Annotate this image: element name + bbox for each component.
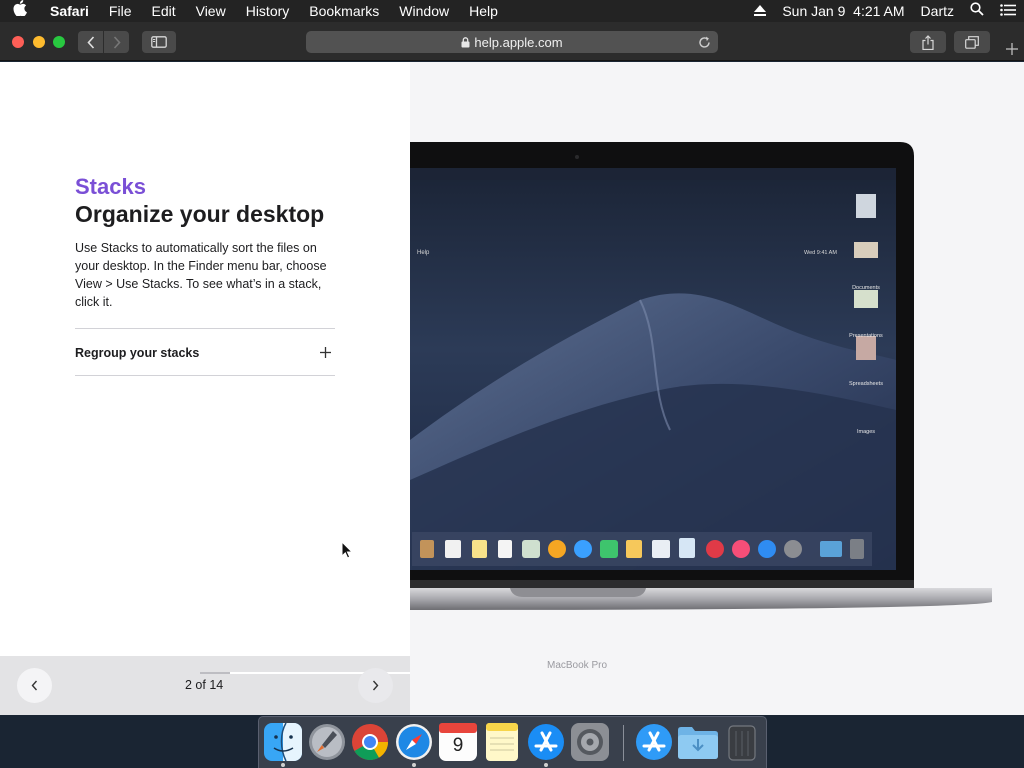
app-store-icon[interactable] [526,722,566,762]
system-preferences-icon[interactable] [570,722,610,762]
running-indicator [544,763,548,767]
menu-app-name[interactable]: Safari [40,0,99,22]
gallery-navigation: 2 of 14 [0,656,410,715]
fullscreen-window-button[interactable] [53,36,65,48]
back-button[interactable] [78,31,103,53]
accordion-regroup-stacks[interactable]: Regroup your stacks [75,329,335,376]
next-slide-button[interactable] [358,668,393,703]
dock: 9 [258,716,767,768]
menu-view[interactable]: View [186,0,236,22]
gallery-progress-fill [200,672,231,674]
device-label: MacBook Pro [547,660,608,671]
menu-history[interactable]: History [236,0,300,22]
spotlight-search-icon[interactable] [962,0,992,22]
address-bar[interactable]: help.apple.com [306,31,718,53]
page-title: Organize your desktop [75,201,325,227]
plus-icon[interactable] [315,343,335,363]
menu-file[interactable]: File [99,0,142,22]
stack-label-presentations: Presentations [849,333,883,339]
downloads-folder-icon[interactable] [678,722,718,762]
launchpad-icon[interactable] [307,722,347,762]
divider [75,375,335,376]
menu-bar: Safari File Edit View History Bookmarks … [0,0,1024,22]
share-button[interactable] [910,31,946,53]
chrome-icon[interactable] [350,722,390,762]
accordion-label: Regroup your stacks [75,345,200,360]
slide-counter: 2 of 14 [185,678,224,692]
safari-icon[interactable] [394,722,434,762]
app-store-download-icon[interactable] [634,722,674,762]
stack-label-spreadsheets: Spreadsheets [849,381,883,387]
macbook-illustration: Help Wed 9:41 AM Documents Presentations… [410,140,1010,671]
menu-window[interactable]: Window [389,0,459,22]
notes-icon[interactable] [482,722,522,762]
minimize-window-button[interactable] [33,36,45,48]
forward-button[interactable] [104,31,129,53]
browser-toolbar: help.apple.com [0,22,1024,61]
menu-user[interactable]: Dartz [913,0,962,22]
stack-label-images: Images [856,429,876,435]
lock-icon [461,36,470,48]
close-window-button[interactable] [12,36,24,48]
apple-menu-icon[interactable] [0,0,40,22]
article-pane: Stacks Organize your desktop Use Stacks … [0,62,410,656]
mini-menu-clock: Wed 9:41 AM [804,250,837,256]
menu-bookmarks[interactable]: Bookmarks [299,0,389,22]
show-tabs-button[interactable] [954,31,990,53]
notification-center-icon[interactable] [992,0,1024,22]
finder-icon[interactable] [263,722,303,762]
previous-slide-button[interactable] [17,668,52,703]
calendar-day: 9 [452,735,464,756]
mouse-cursor-icon [341,540,354,564]
web-content: Help Wed 9:41 AM Documents Presentations… [0,62,1024,715]
sidebar-toggle-button[interactable] [142,31,176,53]
running-indicator [412,763,416,767]
mini-menu-app: Help [417,250,430,256]
running-indicator [281,763,285,767]
url-text: help.apple.com [474,34,563,50]
trash-icon[interactable] [722,722,762,762]
eject-icon[interactable] [746,0,774,22]
section-kicker: Stacks [75,174,146,199]
dock-separator [623,725,624,761]
reload-icon[interactable] [696,34,712,50]
new-tab-button[interactable] [1000,37,1024,61]
menu-clock[interactable]: Sun Jan 9 4:21 AM [774,0,912,22]
menu-edit[interactable]: Edit [141,0,185,22]
menu-help[interactable]: Help [459,0,508,22]
article-body: Use Stacks to automatically sort the fil… [75,241,327,309]
stack-label-documents: Documents [852,285,880,291]
calendar-icon[interactable]: 9 [438,722,478,762]
